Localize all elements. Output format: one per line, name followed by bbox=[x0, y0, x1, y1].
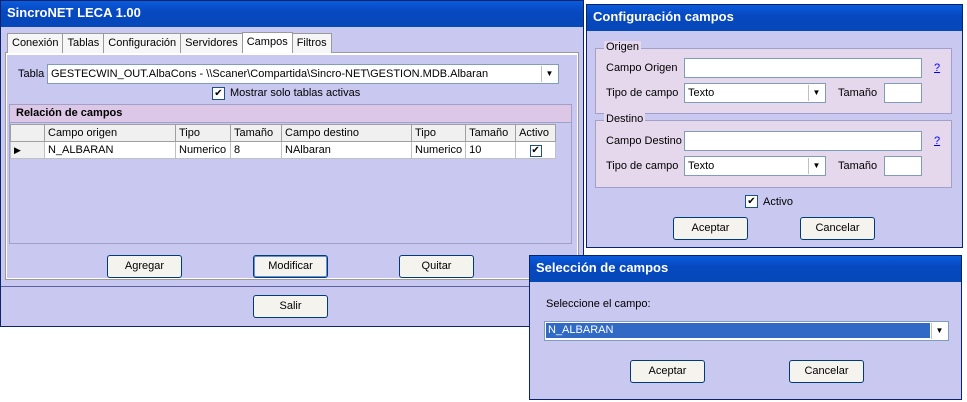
seleccion-prompt: Seleccione el campo: bbox=[546, 298, 651, 310]
cell-tipo-origen[interactable]: Numerico bbox=[175, 141, 231, 159]
divider bbox=[1, 286, 583, 287]
config-titlebar[interactable]: Configuración campos bbox=[587, 5, 962, 31]
seleccion-title: Selección de campos bbox=[536, 260, 669, 275]
tab-conexion[interactable]: Conexión bbox=[7, 33, 64, 53]
seleccion-titlebar[interactable]: Selección de campos bbox=[530, 256, 961, 282]
seleccion-cancelar-button[interactable]: Cancelar bbox=[789, 360, 864, 383]
col-activo[interactable]: Activo bbox=[515, 124, 557, 142]
chevron-down-icon[interactable]: ▼ bbox=[541, 66, 557, 82]
tab-servidores[interactable]: Servidores bbox=[180, 33, 243, 53]
cell-tamano-destino[interactable]: 10 bbox=[465, 141, 517, 159]
activo-label: Activo bbox=[763, 196, 793, 208]
config-aceptar-button[interactable]: Aceptar bbox=[673, 217, 748, 240]
cell-tipo-destino[interactable]: Numerico bbox=[410, 141, 467, 159]
table-row[interactable]: ▶ N_ALBARAN Numerico 8 NAlbaran Numerico… bbox=[10, 141, 557, 159]
cell-activo[interactable]: ✔ bbox=[515, 141, 557, 159]
tamano-destino-input[interactable] bbox=[884, 156, 922, 176]
chevron-down-icon[interactable]: ▼ bbox=[931, 323, 947, 339]
col-tamano-destino[interactable]: Tamaño bbox=[465, 124, 517, 142]
relacion-panel: Relación de campos Campo origen Tipo Tam… bbox=[9, 104, 572, 244]
tabla-select-value: GESTECWIN_OUT.AlbaCons - \\Scaner\Compar… bbox=[51, 68, 489, 80]
campo-origen-input[interactable] bbox=[684, 58, 922, 78]
grid-header-row: Campo origen Tipo Tamaño Campo destino T… bbox=[10, 124, 557, 142]
tamano-origen-label: Tamaño bbox=[838, 87, 878, 99]
config-cancelar-button[interactable]: Cancelar bbox=[800, 217, 875, 240]
activo-checkbox[interactable]: ✔ bbox=[745, 195, 758, 208]
origen-group-title: Origen bbox=[604, 41, 642, 53]
main-titlebar[interactable]: SincroNET LECA 1.00 bbox=[1, 1, 583, 27]
tamano-destino-label: Tamaño bbox=[838, 160, 878, 172]
cell-tamano-origen[interactable]: 8 bbox=[230, 141, 282, 159]
tipo-destino-label: Tipo de campo bbox=[606, 160, 679, 172]
tipo-destino-value: Texto bbox=[688, 160, 715, 172]
mostrar-label: Mostrar solo tablas activas bbox=[230, 87, 361, 99]
seleccion-window: Selección de campos Seleccione el campo:… bbox=[529, 255, 962, 400]
seleccion-aceptar-button[interactable]: Aceptar bbox=[630, 360, 705, 383]
campo-destino-label: Campo Destino bbox=[606, 135, 682, 147]
main-title: SincroNET LECA 1.00 bbox=[7, 5, 141, 20]
cell-campo-destino[interactable]: NAlbaran bbox=[281, 141, 412, 159]
relacion-title: Relación de campos bbox=[16, 107, 123, 119]
grid-corner bbox=[10, 124, 45, 142]
tab-configuracion[interactable]: Configuración bbox=[103, 33, 182, 53]
tab-tablas[interactable]: Tablas bbox=[62, 33, 105, 53]
main-window: SincroNET LECA 1.00 Conexión Tablas Conf… bbox=[0, 0, 584, 327]
modificar-button[interactable]: Modificar bbox=[253, 255, 328, 278]
config-title: Configuración campos bbox=[593, 9, 734, 24]
tab-strip: Conexión Tablas Configuración Servidores… bbox=[7, 32, 332, 53]
campo-destino-input[interactable] bbox=[684, 131, 922, 151]
campos-grid: Campo origen Tipo Tamaño Campo destino T… bbox=[10, 124, 557, 159]
tabla-label: Tabla bbox=[18, 68, 45, 80]
activo-cell-checkbox[interactable]: ✔ bbox=[529, 144, 542, 157]
col-tamano-origen[interactable]: Tamaño bbox=[230, 124, 282, 142]
campo-origen-label: Campo Origen bbox=[606, 62, 678, 74]
config-window: Configuración campos Origen Campo Origen… bbox=[586, 4, 963, 248]
col-campo-origen[interactable]: Campo origen bbox=[44, 124, 176, 142]
tipo-origen-value: Texto bbox=[688, 87, 715, 99]
destino-group-title: Destino bbox=[604, 113, 646, 125]
quitar-button[interactable]: Quitar bbox=[399, 255, 474, 278]
col-tipo-destino[interactable]: Tipo bbox=[410, 124, 467, 142]
relacion-header: Relación de campos bbox=[10, 105, 571, 123]
campo-select-value: N_ALBARAN bbox=[546, 323, 930, 338]
cell-campo-origen[interactable]: N_ALBARAN bbox=[44, 141, 176, 159]
chevron-down-icon[interactable]: ▼ bbox=[808, 85, 824, 101]
salir-button[interactable]: Salir bbox=[253, 295, 328, 318]
help-destino-link[interactable]: ? bbox=[934, 135, 940, 147]
col-campo-destino[interactable]: Campo destino bbox=[281, 124, 412, 142]
help-origen-link[interactable]: ? bbox=[934, 62, 940, 74]
tipo-destino-select[interactable]: Texto ▼ bbox=[684, 156, 826, 176]
tamano-origen-input[interactable] bbox=[884, 83, 922, 103]
col-tipo-origen[interactable]: Tipo bbox=[175, 124, 231, 142]
tab-campos[interactable]: Campos bbox=[241, 32, 293, 53]
tipo-origen-label: Tipo de campo bbox=[606, 87, 679, 99]
campo-select[interactable]: N_ALBARAN ▼ bbox=[544, 321, 949, 341]
agregar-button[interactable]: Agregar bbox=[107, 255, 182, 278]
chevron-down-icon[interactable]: ▼ bbox=[808, 158, 824, 174]
tabla-select[interactable]: GESTECWIN_OUT.AlbaCons - \\Scaner\Compar… bbox=[47, 64, 559, 84]
mostrar-checkbox[interactable]: ✔ bbox=[212, 87, 225, 100]
tab-filtros[interactable]: Filtros bbox=[291, 33, 332, 53]
row-indicator-icon: ▶ bbox=[10, 141, 45, 159]
tipo-origen-select[interactable]: Texto ▼ bbox=[684, 83, 826, 103]
